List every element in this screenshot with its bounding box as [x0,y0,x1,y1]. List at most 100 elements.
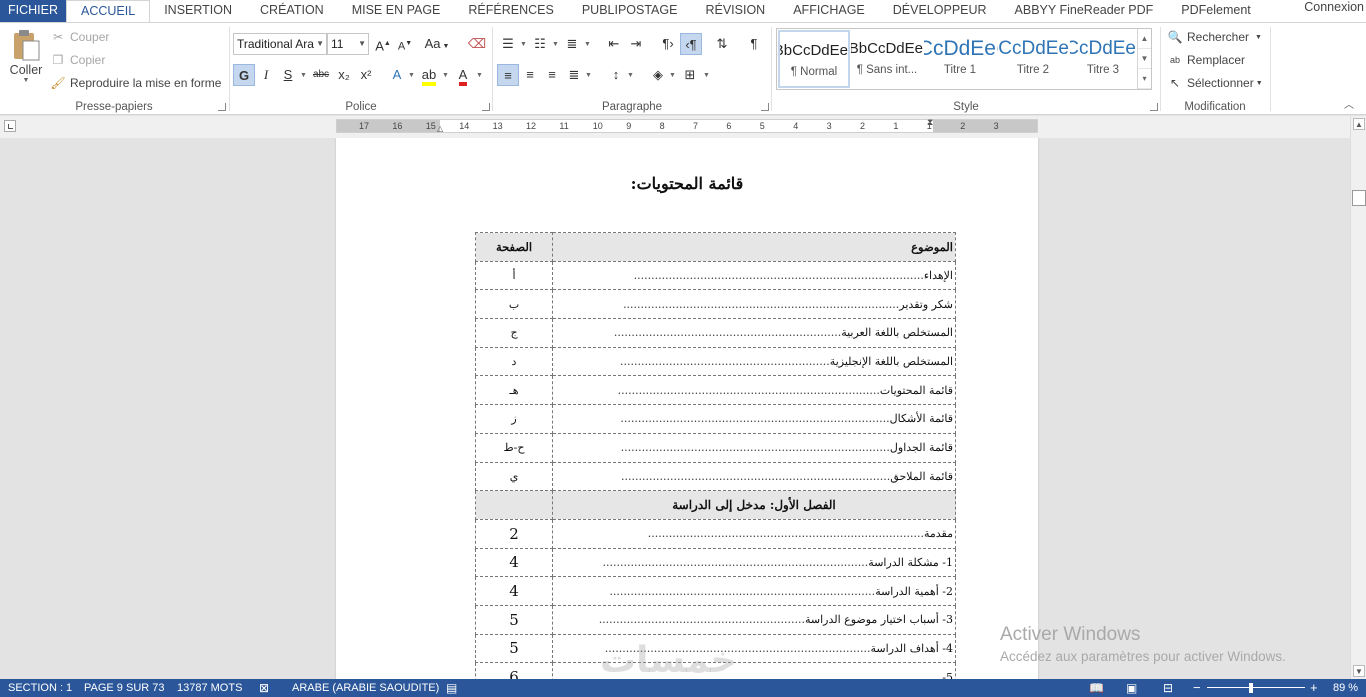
ruler-left-margin [337,120,440,132]
italic-button[interactable]: I [255,64,277,86]
gallery-more-icon[interactable]: ▾ [1138,69,1151,89]
tab-abbyy[interactable]: ABBYY FineReader PDF [1001,0,1168,22]
vertical-scrollbar[interactable]: ▲ ▼ [1350,116,1366,679]
style-normal[interactable]: AaBbCcDdEe ¶ Normal [778,30,850,88]
font-size-combo[interactable]: 11 ▼ [327,33,369,55]
zoom-slider-thumb[interactable] [1249,683,1253,693]
rtl-button[interactable]: ‹¶ [680,33,702,55]
toc-subject-text: المستخلص باللغة العربية [841,326,953,340]
tab-layout[interactable]: MISE EN PAGE [338,0,455,22]
format-painter-button[interactable]: 🖌 Reproduire la mise en forme [50,75,221,91]
read-mode-icon[interactable]: 📖 [1089,679,1104,697]
highlight-button[interactable]: ab [418,64,440,86]
styles-launcher-icon[interactable] [1150,103,1158,111]
status-page[interactable]: PAGE 9 SUR 73 [84,679,165,697]
gallery-up-icon[interactable]: ▲ [1138,29,1151,49]
status-section[interactable]: SECTION : 1 [8,679,72,697]
align-left-icon: ≡ [504,68,512,83]
font-name-combo[interactable]: Traditional Ara ▼ [233,33,327,55]
ruler-number: 16 [392,121,403,131]
zoom-out-icon[interactable]: − [1193,679,1201,697]
print-layout-icon[interactable]: ▣ [1126,679,1137,697]
collapse-ribbon-icon[interactable]: ︿ [1344,96,1354,111]
multilevel-list-button[interactable]: ≣ [561,33,583,55]
web-layout-icon[interactable]: ⊟ [1163,679,1173,697]
copy-icon: ❐ [52,53,64,67]
copy-button[interactable]: ❐ Copier [50,52,106,68]
scroll-up-icon[interactable]: ▲ [1353,118,1365,130]
change-case-button[interactable]: Aa ▼ [422,33,452,55]
tab-home[interactable]: ACCUEIL [66,0,151,23]
numbering-button[interactable]: ☷ [529,33,551,55]
status-language[interactable]: ARABE (ARABIE SAOUDITE) [292,679,439,697]
table-row: 4 2- أهمية الدراسة.......................… [475,576,956,606]
table-row: 4 1- مشكلة الدراسة.......................… [475,547,956,578]
document-page[interactable]: قائمة المحتويات: الصفحة الموضوع أ الإهداء… [336,138,1038,679]
toc-table: الصفحة الموضوع أ الإهداء.................… [475,232,956,679]
superscript-button[interactable]: x² [355,64,377,86]
tab-view[interactable]: AFFICHAGE [779,0,879,22]
tab-references[interactable]: RÉFÉRENCES [454,0,567,22]
indent-marker-icon[interactable]: ⧗ [927,117,933,128]
toc-leader-dots: ........................................… [620,412,890,426]
select-button[interactable]: ↖ Sélectionner ▼ [1167,75,1263,91]
font-color-button[interactable]: A [452,64,474,86]
gallery-down-icon[interactable]: ▼ [1138,49,1151,69]
style-no-spacing[interactable]: AaBbCcDdEe ¶ Sans int... [851,30,923,88]
scroll-thumb[interactable] [1352,190,1366,206]
decrease-indent-button[interactable]: ⇤ [603,33,625,55]
style-heading-2[interactable]: AaBbCcDdEe Titre 2 [997,30,1069,88]
paste-button[interactable]: Coller ▼ [8,29,44,84]
zoom-in-icon[interactable]: + [1310,679,1318,697]
tab-file[interactable]: FICHIER [0,0,66,22]
font-launcher-icon[interactable] [482,103,490,111]
toc-subject-text: قائمة المحتويات [879,383,953,397]
tab-selector-icon[interactable] [4,120,16,132]
status-words[interactable]: 13787 MOTS [177,679,242,697]
borders-button[interactable]: ⊞ [679,64,701,86]
replace-button[interactable]: ab Remplacer [1167,52,1245,68]
proofing-icon[interactable]: ⊠ [259,679,269,697]
style-heading-1[interactable]: AaBbCcDdEe Titre 1 [924,30,996,88]
sort-button[interactable]: ⇅ [711,33,733,55]
subscript-button[interactable]: x₂ [333,64,355,86]
clipboard-launcher-icon[interactable] [218,103,226,111]
horizontal-ruler[interactable]: 17 16 15 14 13 12 11 10 9 8 7 6 5 4 3 2 1 1 2 3 ⧗ △ [336,117,1038,133]
justify-icon: ≣ [568,67,580,82]
ltr-button[interactable]: ¶› [657,33,679,55]
tab-developer[interactable]: DÉVELOPPEUR [879,0,1001,22]
tab-review[interactable]: RÉVISION [691,0,779,22]
increase-indent-button[interactable]: ⇥ [625,33,647,55]
clear-formatting-button[interactable]: ⌫ [466,33,488,55]
shrink-font-button[interactable]: A▼ [394,33,416,55]
justify-button[interactable]: ≣ [563,64,585,86]
cut-button[interactable]: ✂ Couper [50,29,109,45]
show-marks-button[interactable]: ¶ [743,33,765,55]
tab-design[interactable]: CRÉATION [246,0,338,22]
text-effects-button[interactable]: A [386,64,408,86]
zoom-level[interactable]: 89 % [1333,679,1358,697]
scroll-down-icon[interactable]: ▼ [1353,665,1365,677]
paragraph-launcher-icon[interactable] [761,103,769,111]
chevron-down-icon: ▼ [585,72,592,79]
find-button[interactable]: 🔍 Rechercher ▼ [1167,29,1262,45]
style-heading-3[interactable]: AaBbCcDdEe Titre 3 [1070,30,1136,88]
line-spacing-button[interactable]: ↕ [605,64,627,86]
shading-button[interactable]: ◈ [647,64,669,86]
tab-pdfelement[interactable]: PDFelement [1167,0,1264,22]
align-right-button[interactable]: ≡ [541,64,563,86]
grow-font-button[interactable]: A▲ [372,33,394,55]
tab-insert[interactable]: INSERTION [150,0,246,22]
strikethrough-button[interactable]: abc [310,64,332,86]
signin-link[interactable]: Connexion [1304,0,1364,14]
ruler-number: 1 [893,121,899,131]
align-left-button[interactable]: ≡ [497,64,519,86]
align-center-button[interactable]: ≡ [519,64,541,86]
bullets-button[interactable]: ☰ [497,33,519,55]
bold-button[interactable]: G [233,64,255,86]
macro-record-icon[interactable]: ▤ [446,679,457,697]
underline-button[interactable]: S [277,64,299,86]
right-indent-marker-icon[interactable]: △ [437,124,443,133]
zoom-slider[interactable] [1207,687,1305,688]
tab-mailings[interactable]: PUBLIPOSTAGE [568,0,692,22]
